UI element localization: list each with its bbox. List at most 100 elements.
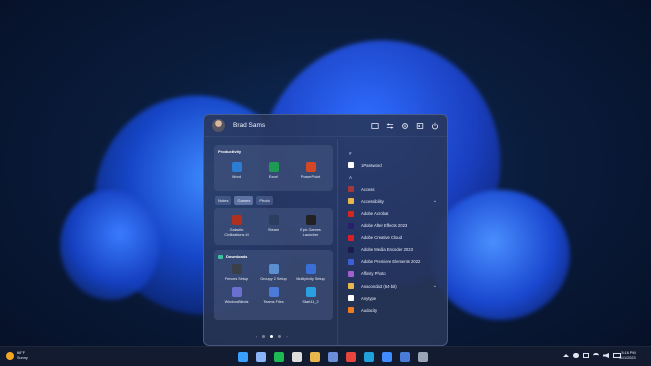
folder-icon[interactable] (371, 122, 379, 130)
list-item[interactable]: Audacity (348, 304, 447, 316)
premiere-elements-icon (348, 258, 354, 265)
epic-games-icon (305, 215, 316, 225)
wifi-icon[interactable] (593, 353, 599, 358)
list-item[interactable]: Accessibility ⌄ (348, 195, 447, 207)
list-item-label: Adobe Acrobat (361, 211, 389, 217)
list-item[interactable]: Access (348, 183, 447, 195)
page-dot[interactable] (270, 335, 274, 338)
list-item[interactable]: Adobe Premiere Elements 2022 (348, 256, 447, 268)
list-item[interactable]: 1Password (348, 159, 447, 171)
start-menu: Brad Sams Productivity Word Excel PowerPoi… (203, 114, 448, 346)
all-apps-list: #1Password A Access Accessibility ⌄ Adobe Acr… (337, 139, 447, 345)
lock-icon[interactable] (416, 122, 424, 130)
page-dot[interactable] (262, 335, 266, 338)
tab-photo[interactable]: Photo (256, 196, 273, 205)
list-item-label: Adobe Media Encoder 2023 (361, 247, 413, 253)
groupy-icon (268, 264, 279, 274)
group-title: Downloads (218, 254, 329, 259)
letter-header[interactable]: # (348, 147, 447, 159)
acrobat-icon (348, 210, 354, 217)
creative-cloud-icon (348, 234, 354, 241)
grid-icon[interactable] (256, 352, 266, 362)
list-item[interactable]: Adobe Acrobat (348, 207, 447, 219)
chrome-icon[interactable] (346, 352, 356, 362)
mail-icon[interactable] (583, 353, 589, 358)
download-folder-icon (218, 254, 223, 259)
tile-label: Excel (268, 175, 279, 179)
tile-label: Fences Setup (224, 277, 249, 281)
multiplicity-tile[interactable]: Multiplicity Setup (292, 264, 329, 282)
user-name[interactable]: Brad Sams (233, 122, 371, 129)
word-icon (231, 162, 242, 172)
weather-condition: Sunny (17, 355, 28, 360)
steam-icon (268, 215, 279, 225)
galciv-icon (231, 215, 242, 225)
chevron-down-icon[interactable]: ⌄ (433, 198, 437, 204)
steam-tile[interactable]: Steam (257, 215, 291, 237)
clock[interactable]: 5:16 PM 11/1/2023 (619, 351, 636, 362)
letter-header[interactable]: A (348, 171, 447, 183)
cloud-icon[interactable] (573, 353, 579, 358)
after-effects-icon (348, 222, 354, 229)
excel-tile[interactable]: Excel (257, 162, 291, 180)
powerpoint-icon (305, 162, 316, 172)
mail-icon[interactable] (328, 352, 338, 362)
tab-notes[interactable]: Notes (215, 196, 232, 205)
epic-games-tile[interactable]: Epic Games Launcher (294, 215, 328, 237)
clock-date: 11/1/2023 (619, 356, 636, 361)
edge-icon[interactable] (364, 352, 374, 362)
chevron-up-icon[interactable] (563, 354, 569, 357)
list-item[interactable]: Anaconda3 (64-bit) ⌄ (348, 280, 447, 292)
list-item[interactable]: Adobe Creative Cloud (348, 232, 447, 244)
tile-label: Start11_2 (302, 299, 319, 304)
photos-icon[interactable] (382, 352, 392, 362)
start11-tile[interactable]: Start11_2 (292, 286, 329, 305)
threads-icon[interactable] (292, 352, 302, 362)
list-item[interactable]: Adobe After Effects 2023 (348, 220, 447, 232)
list-item[interactable]: Adobe Media Encoder 2023 (348, 244, 447, 256)
settings-icon[interactable] (401, 122, 409, 130)
group-productivity: Productivity Word Excel PowerPoint (214, 145, 333, 191)
list-item[interactable]: Anytype (348, 292, 447, 304)
fences-tile[interactable]: Fences Setup (218, 264, 255, 282)
list-item-label: Adobe Creative Cloud (361, 235, 402, 241)
group-downloads: Downloads Fences Setup Groupy 2 Setup Mult… (214, 250, 333, 320)
explorer-icon[interactable] (310, 352, 320, 362)
windowblinds-tile[interactable]: WindowBlinds (218, 286, 255, 305)
anytype-icon (348, 295, 354, 302)
list-item-label: 1Password (361, 162, 382, 168)
powerpoint-tile[interactable]: PowerPoint (294, 162, 328, 180)
weather-widget[interactable]: 66°F Sunny (6, 351, 28, 361)
tile-label: Multiplicity Setup (296, 277, 325, 281)
page-dot[interactable] (278, 335, 282, 338)
fences-icon (231, 264, 242, 274)
list-item[interactable]: Affinity Photo (348, 268, 447, 280)
page-indicator[interactable]: ‹ › (256, 334, 288, 339)
sliders-icon[interactable] (386, 122, 394, 130)
taskbar-apps (238, 352, 428, 362)
store-icon[interactable] (400, 352, 410, 362)
avatar[interactable] (212, 119, 225, 132)
excel-icon (268, 162, 279, 172)
groupy-tile[interactable]: Groupy 2 Setup (255, 264, 292, 282)
system-tray (563, 353, 621, 358)
settings-icon[interactable] (418, 352, 428, 362)
teams-files-tile[interactable]: Teams Files (255, 286, 292, 305)
windowblinds-icon (231, 286, 242, 297)
group-games: Galactic Civilizations III Steam Epic Game… (214, 208, 333, 245)
tab-games[interactable]: Games (234, 196, 254, 205)
chevron-down-icon[interactable]: ⌄ (433, 283, 437, 289)
tile-label: WindowBlinds (224, 299, 249, 304)
start11-icon (305, 286, 316, 297)
word-tile[interactable]: Word (220, 162, 254, 180)
spotify-icon[interactable] (274, 352, 284, 362)
volume-icon[interactable] (603, 353, 609, 358)
power-icon[interactable] (431, 122, 439, 130)
tile-label: Steam (268, 228, 279, 232)
chevron-left-icon[interactable]: ‹ (256, 334, 257, 339)
chevron-right-icon[interactable]: › (286, 334, 287, 339)
onepassword-icon (348, 162, 354, 169)
start-icon[interactable] (238, 352, 248, 362)
galciv-tile[interactable]: Galactic Civilizations III (220, 215, 254, 237)
media-encoder-icon (348, 246, 354, 253)
